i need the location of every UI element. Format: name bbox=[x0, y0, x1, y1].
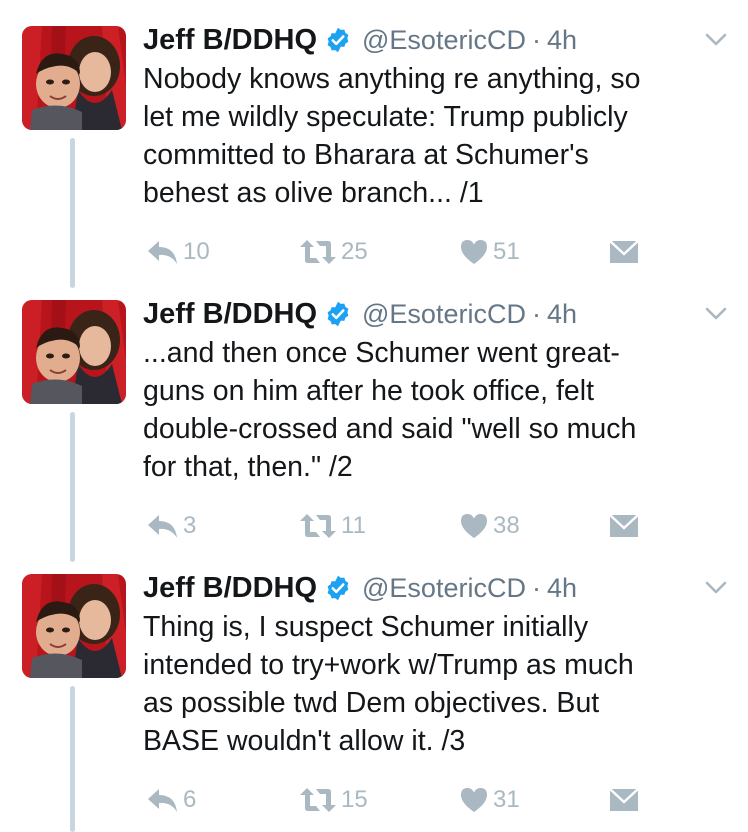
retweet-button[interactable]: 15 bbox=[299, 780, 368, 820]
retweet-button[interactable]: 25 bbox=[299, 232, 368, 272]
tweet-text: ...and then once Schumer went great- gun… bbox=[143, 337, 637, 483]
thread-connector bbox=[70, 686, 75, 832]
thread-connector bbox=[70, 138, 75, 288]
user-handle[interactable]: @EsotericCD bbox=[362, 299, 526, 330]
retweet-icon bbox=[300, 514, 336, 538]
avatar-photo bbox=[22, 574, 126, 678]
thread-connector bbox=[70, 412, 75, 562]
retweet-icon bbox=[300, 240, 336, 264]
reply-count: 10 bbox=[183, 238, 210, 265]
envelope-icon bbox=[609, 514, 639, 537]
tweet[interactable]: Jeff B/DDHQ @EsotericCD · 4h Thing is, I… bbox=[0, 548, 748, 832]
heart-icon bbox=[461, 788, 487, 812]
like-button[interactable]: 31 bbox=[459, 780, 520, 820]
retweet-count: 25 bbox=[341, 238, 368, 265]
reply-count: 6 bbox=[183, 786, 197, 813]
retweet-button[interactable]: 11 bbox=[299, 506, 366, 546]
timestamp[interactable]: 4h bbox=[547, 573, 577, 604]
separator-dot: · bbox=[531, 24, 541, 55]
display-name[interactable]: Jeff B/DDHQ bbox=[143, 298, 317, 331]
envelope-icon bbox=[609, 240, 639, 263]
tweet-actions: 3 11 38 bbox=[143, 506, 663, 546]
verified-badge-icon bbox=[324, 26, 352, 54]
reply-icon bbox=[148, 789, 177, 812]
verified-badge-icon bbox=[324, 300, 352, 328]
avatar[interactable] bbox=[22, 574, 126, 678]
like-button[interactable]: 51 bbox=[459, 232, 520, 272]
tweet-header: Jeff B/DDHQ @EsotericCD · 4h bbox=[143, 570, 577, 606]
heart-icon bbox=[461, 240, 487, 264]
tweet-actions: 6 15 31 bbox=[143, 780, 663, 820]
avatar-photo bbox=[22, 300, 126, 404]
separator-dot: · bbox=[531, 298, 541, 329]
user-handle[interactable]: @EsotericCD bbox=[362, 573, 526, 604]
tweet-header: Jeff B/DDHQ @EsotericCD · 4h bbox=[143, 296, 577, 332]
avatar[interactable] bbox=[22, 26, 126, 130]
tweet-header: Jeff B/DDHQ @EsotericCD · 4h bbox=[143, 22, 577, 58]
reply-count: 3 bbox=[183, 512, 197, 539]
like-count: 51 bbox=[493, 238, 520, 265]
direct-message-button[interactable] bbox=[608, 506, 640, 546]
timestamp[interactable]: 4h bbox=[547, 25, 577, 56]
reply-button[interactable]: 3 bbox=[145, 506, 196, 546]
tweet-text: Thing is, I suspect Schumer initially in… bbox=[143, 611, 634, 757]
avatar-photo bbox=[22, 26, 126, 130]
tweet[interactable]: Jeff B/DDHQ @EsotericCD · 4h Nobody know… bbox=[0, 0, 748, 288]
separator-dot: · bbox=[531, 572, 541, 603]
retweet-count: 11 bbox=[341, 512, 366, 539]
like-count: 38 bbox=[493, 512, 520, 539]
retweet-icon bbox=[300, 788, 336, 812]
reply-button[interactable]: 10 bbox=[145, 232, 210, 272]
verified-badge-icon bbox=[324, 574, 352, 602]
tweet[interactable]: Jeff B/DDHQ @EsotericCD · 4h ...and then… bbox=[0, 274, 748, 562]
timestamp[interactable]: 4h bbox=[547, 299, 577, 330]
reply-icon bbox=[148, 515, 177, 538]
tweet-thread: Jeff B/DDHQ @EsotericCD · 4h Nobody know… bbox=[0, 0, 748, 832]
avatar[interactable] bbox=[22, 300, 126, 404]
chevron-down-icon[interactable] bbox=[704, 32, 728, 48]
direct-message-button[interactable] bbox=[608, 780, 640, 820]
reply-icon bbox=[148, 241, 177, 264]
retweet-count: 15 bbox=[341, 786, 368, 813]
like-button[interactable]: 38 bbox=[459, 506, 520, 546]
chevron-down-icon[interactable] bbox=[704, 306, 728, 322]
user-handle[interactable]: @EsotericCD bbox=[362, 25, 526, 56]
like-count: 31 bbox=[493, 786, 520, 813]
display-name[interactable]: Jeff B/DDHQ bbox=[143, 572, 317, 605]
reply-button[interactable]: 6 bbox=[145, 780, 196, 820]
display-name[interactable]: Jeff B/DDHQ bbox=[143, 24, 317, 57]
heart-icon bbox=[461, 514, 487, 538]
tweet-actions: 10 25 51 bbox=[143, 232, 663, 272]
direct-message-button[interactable] bbox=[608, 232, 640, 272]
envelope-icon bbox=[609, 788, 639, 811]
tweet-text: Nobody knows anything re anything, so le… bbox=[143, 63, 641, 209]
chevron-down-icon[interactable] bbox=[704, 580, 728, 596]
